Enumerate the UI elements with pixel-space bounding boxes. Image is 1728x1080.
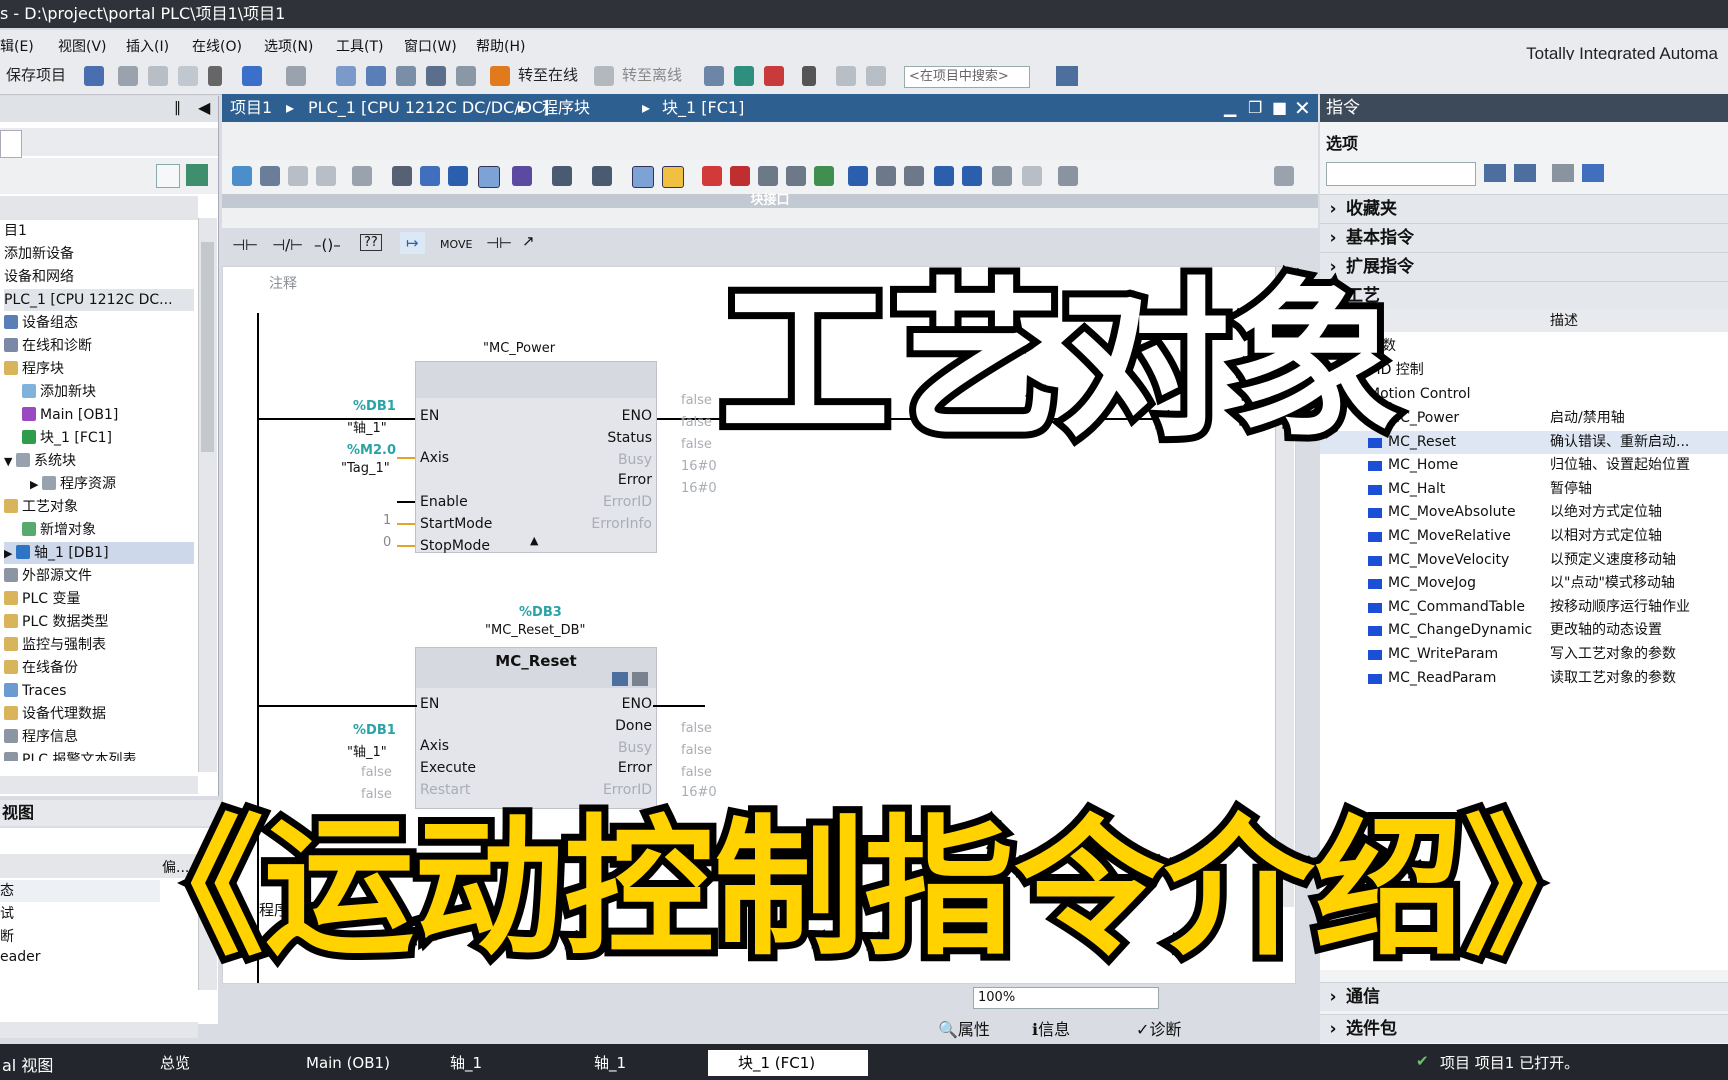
overlay-titles: 工艺对象 《运动控制指令介绍》 [107,256,1621,983]
overlay-title-top: 工艺对象 [720,263,1400,461]
overlay-title-bottom: 《运动控制指令介绍》 [114,802,1614,976]
